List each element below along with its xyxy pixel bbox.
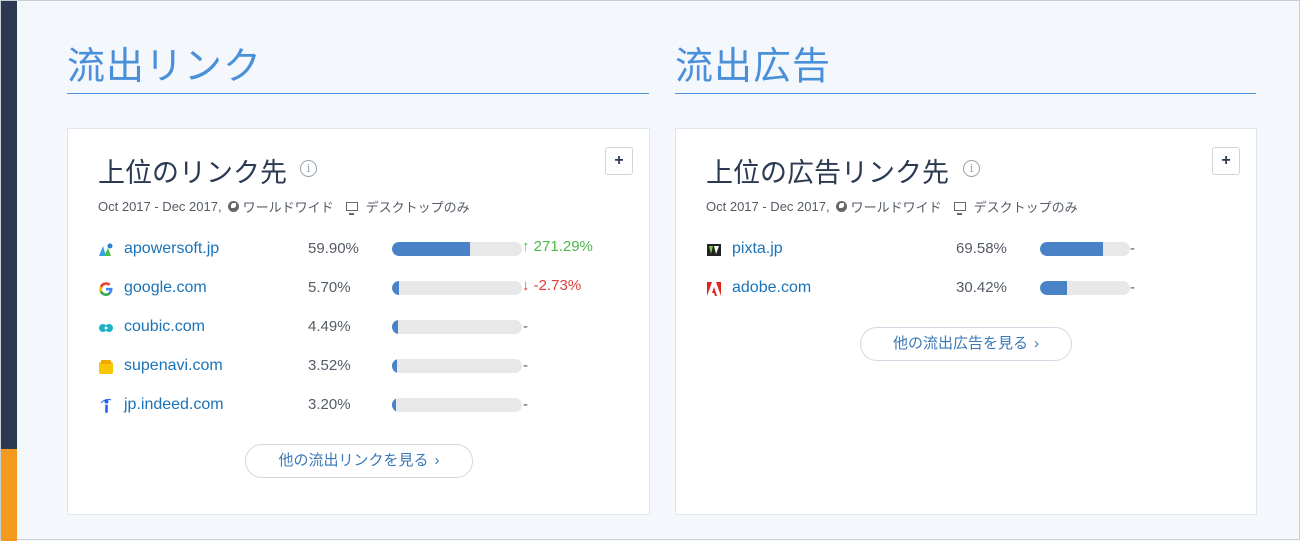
- date-range: Oct 2017 - Dec 2017,: [706, 199, 830, 214]
- add-button[interactable]: +: [605, 147, 633, 175]
- outgoing-ads-heading: 流出広告: [675, 44, 832, 88]
- change-empty: -: [1130, 240, 1135, 257]
- top-links-card: 上位のリンク先 i + Oct 2017 - Dec 2017, ワールドワイド…: [67, 128, 650, 515]
- outgoing-links-heading: 流出リンク: [67, 44, 263, 88]
- more-outgoing-links-button[interactable]: 他の流出リンクを見る ›: [245, 444, 473, 478]
- ad-domain[interactable]: adobe.com: [732, 279, 811, 297]
- adobe-favicon-icon: [707, 282, 721, 296]
- share-bar-fill: [392, 242, 470, 256]
- link-row: jp.indeed.com 3.20% -: [98, 394, 638, 418]
- card-meta: Oct 2017 - Dec 2017, ワールドワイド デスクトップのみ: [98, 197, 470, 216]
- more-outgoing-ads-button[interactable]: 他の流出広告を見る ›: [860, 327, 1072, 361]
- change-value: 271.29%: [533, 238, 593, 255]
- sidebar-active-indicator: [1, 449, 17, 541]
- left-sidebar: [1, 1, 17, 541]
- chevron-right-icon: ›: [1034, 335, 1039, 352]
- change-empty: -: [523, 396, 528, 413]
- arrow-down-icon: ↓: [522, 277, 534, 294]
- indeed-favicon-icon: [100, 398, 112, 413]
- link-domain[interactable]: jp.indeed.com: [124, 396, 224, 414]
- link-row: apowersoft.jp 59.90% ↑ 271.29%: [98, 238, 638, 262]
- device-label: デスクトップのみ: [365, 200, 470, 215]
- link-domain[interactable]: apowersoft.jp: [124, 240, 219, 258]
- google-favicon-icon: [99, 282, 113, 296]
- link-share: 4.49%: [308, 318, 351, 335]
- share-bar: [392, 242, 522, 256]
- device-label: デスクトップのみ: [973, 200, 1078, 215]
- change-empty: -: [523, 357, 528, 374]
- section-divider: [675, 93, 1256, 94]
- change-up: ↑ 271.29%: [522, 238, 593, 255]
- info-icon[interactable]: i: [963, 160, 980, 177]
- change-empty: -: [1130, 279, 1135, 296]
- link-row: supenavi.com 3.52% -: [98, 355, 638, 379]
- share-bar: [1040, 242, 1130, 256]
- share-bar: [1040, 281, 1130, 295]
- region-label: ワールドワイド: [242, 200, 334, 215]
- link-domain[interactable]: coubic.com: [124, 318, 205, 336]
- link-domain[interactable]: supenavi.com: [124, 357, 223, 375]
- ad-share: 30.42%: [956, 279, 1007, 296]
- change-value: -2.73%: [533, 277, 582, 294]
- share-bar: [392, 320, 522, 334]
- region-label: ワールドワイド: [850, 200, 942, 215]
- share-bar-fill: [392, 359, 397, 373]
- change-down: ↓ -2.73%: [522, 277, 581, 294]
- ad-row: pixta.jp 69.58% -: [706, 238, 1246, 262]
- link-share: 5.70%: [308, 279, 351, 296]
- card-title: 上位の広告リンク先: [706, 158, 949, 189]
- coubic-favicon-icon: [99, 324, 113, 332]
- globe-icon: [227, 201, 239, 212]
- share-bar-fill: [1040, 242, 1103, 256]
- link-domain[interactable]: google.com: [124, 279, 207, 297]
- link-row: google.com 5.70% ↓ -2.73%: [98, 277, 638, 301]
- desktop-icon: [345, 202, 358, 215]
- share-bar-fill: [392, 320, 398, 334]
- add-button[interactable]: +: [1212, 147, 1240, 175]
- link-share: 3.20%: [308, 396, 351, 413]
- arrow-up-icon: ↑: [522, 238, 534, 255]
- share-bar: [392, 281, 522, 295]
- section-divider: [67, 93, 649, 94]
- globe-icon: [835, 201, 847, 212]
- card-meta: Oct 2017 - Dec 2017, ワールドワイド デスクトップのみ: [706, 197, 1078, 216]
- date-range: Oct 2017 - Dec 2017,: [98, 199, 222, 214]
- card-title: 上位のリンク先: [98, 158, 287, 189]
- top-ads-card: 上位の広告リンク先 i + Oct 2017 - Dec 2017, ワールドワ…: [675, 128, 1257, 515]
- desktop-icon: [953, 202, 966, 215]
- link-share: 59.90%: [308, 240, 359, 257]
- chevron-right-icon: ›: [434, 452, 440, 469]
- change-empty: -: [523, 318, 528, 335]
- share-bar: [392, 359, 522, 373]
- ad-share: 69.58%: [956, 240, 1007, 257]
- share-bar-fill: [392, 398, 397, 412]
- apowersoft-favicon-icon: [99, 243, 113, 256]
- share-bar: [392, 398, 522, 412]
- more-button-label: 他の流出広告を見る: [892, 335, 1028, 352]
- more-button-label: 他の流出リンクを見る: [278, 452, 429, 469]
- ad-row: adobe.com 30.42% -: [706, 277, 1246, 301]
- link-row: coubic.com 4.49% -: [98, 316, 638, 340]
- info-icon[interactable]: i: [300, 160, 317, 177]
- share-bar-fill: [392, 281, 400, 295]
- link-share: 3.52%: [308, 357, 351, 374]
- ad-domain[interactable]: pixta.jp: [732, 240, 783, 258]
- pixta-favicon-icon: [707, 244, 721, 256]
- supenavi-favicon-icon: [99, 360, 113, 374]
- share-bar-fill: [1040, 281, 1068, 295]
